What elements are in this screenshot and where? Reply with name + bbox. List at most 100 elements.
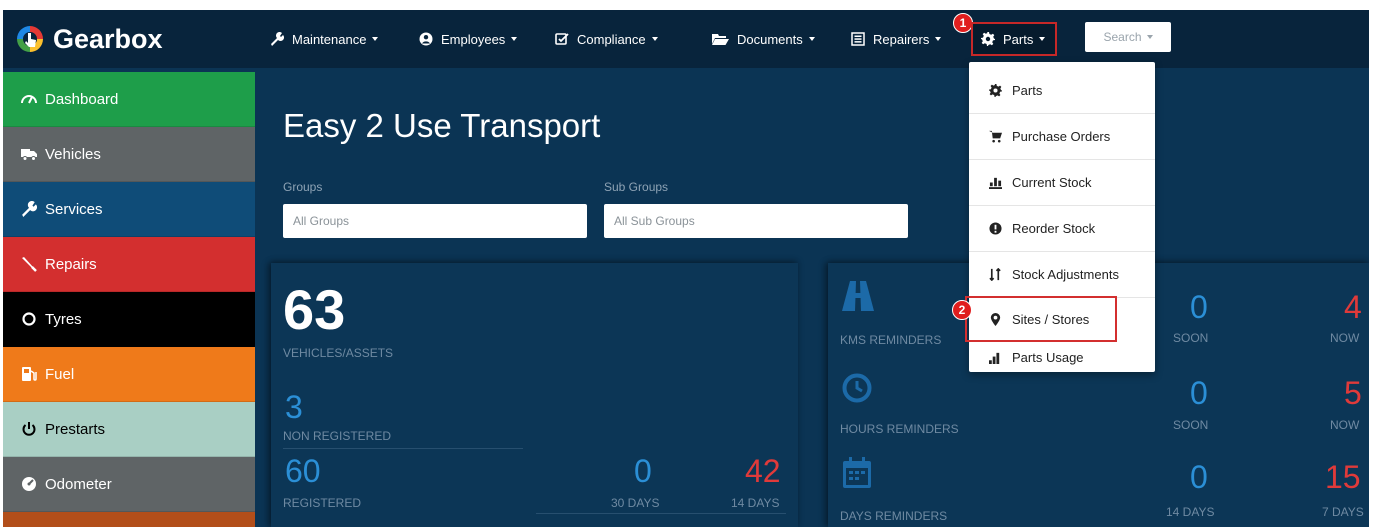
groups-select[interactable]: All Groups	[283, 204, 587, 238]
chevron-down-icon	[808, 37, 815, 41]
sidebar-item-services[interactable]: Services	[3, 182, 255, 237]
sidebar-item-label: Tyres	[45, 310, 82, 328]
fuel-pump-icon	[22, 367, 37, 381]
subgroups-select[interactable]: All Sub Groups	[604, 204, 908, 238]
chevron-down-icon	[1146, 35, 1153, 39]
days-14-count: 0	[1190, 459, 1208, 495]
hours-soon-label: SOON	[1173, 418, 1209, 432]
menu-item-purchase-orders[interactable]: Purchase Orders	[969, 114, 1155, 160]
nav-repairers[interactable]: Repairers	[851, 24, 942, 54]
sidebar-item-vehicles[interactable]: Vehicles	[3, 127, 255, 182]
cart-icon	[989, 130, 1002, 143]
tyre-icon	[22, 312, 36, 326]
nav-parts[interactable]: Parts	[971, 22, 1058, 56]
nav-parts-label: Parts	[1003, 31, 1034, 47]
vehicles-assets-label: VEHICLES/ASSETS	[283, 346, 394, 360]
sidebar-item-label: Services	[45, 200, 103, 218]
nav-maintenance[interactable]: Maintenance	[270, 24, 379, 54]
gear-icon	[981, 32, 995, 46]
step-2-badge: 2	[952, 300, 972, 320]
dashboard-gauge-icon	[22, 477, 36, 491]
menu-item-label: Parts	[1012, 83, 1043, 98]
folder-open-icon	[712, 34, 729, 45]
kms-now-label: NOW	[1330, 331, 1360, 345]
kms-soon-label: SOON	[1173, 331, 1209, 345]
kms-now-count: 4	[1344, 289, 1362, 325]
clock-icon	[842, 373, 872, 403]
hours-soon-count: 0	[1190, 375, 1208, 411]
sidebar-item-repairs[interactable]: Repairs	[3, 237, 255, 292]
nav-employees[interactable]: Employees	[419, 24, 518, 54]
brand-name: Gearbox	[53, 23, 163, 54]
chevron-down-icon	[511, 37, 518, 41]
stock-bars-icon	[989, 177, 1002, 189]
gear-icon	[989, 84, 1002, 97]
nav-documents-label: Documents	[737, 31, 803, 47]
list-alt-icon	[851, 32, 865, 46]
menu-item-parts-usage[interactable]: Parts Usage	[969, 342, 1155, 372]
30-days-count: 0	[634, 453, 652, 489]
page-title: Easy 2 Use Transport	[283, 107, 601, 144]
calendar-icon	[843, 457, 871, 488]
nav-compliance-label: Compliance	[577, 31, 646, 47]
menu-item-reorder-stock[interactable]: Reorder Stock	[969, 206, 1155, 252]
nav-documents[interactable]: Documents	[712, 24, 815, 54]
divider	[283, 448, 523, 449]
search-button-label: Search	[1103, 30, 1142, 44]
kms-reminders-label: KMS REMINDERS	[840, 333, 942, 347]
non-registered-count: 3	[285, 389, 303, 425]
total-vehicles-count: 63	[283, 278, 346, 341]
hours-reminders-label: HOURS REMINDERS	[840, 422, 959, 436]
truck-icon	[21, 149, 37, 161]
days-7-label: 7 DAYS	[1322, 505, 1364, 519]
sidebar-item-next[interactable]	[3, 512, 255, 527]
sidebar: Dashboard Vehicles Services Repairs Tyre…	[3, 72, 255, 527]
chevron-down-icon	[935, 37, 942, 41]
nav-repairers-label: Repairers	[873, 31, 930, 47]
sidebar-item-label: Dashboard	[45, 90, 119, 108]
brand[interactable]: Gearbox	[3, 10, 255, 68]
user-circle-icon	[419, 32, 433, 46]
checkbox-edit-icon	[555, 33, 569, 45]
chevron-down-icon	[651, 37, 658, 41]
subgroups-label: Sub Groups	[604, 180, 669, 194]
menu-item-label: Parts Usage	[1012, 349, 1084, 365]
non-registered-label: NON REGISTERED	[283, 429, 392, 443]
days-14-label: 14 DAYS	[1166, 505, 1215, 519]
sidebar-item-fuel[interactable]: Fuel	[3, 347, 255, 402]
nav-maintenance-label: Maintenance	[292, 31, 367, 47]
kms-soon-count: 0	[1190, 289, 1208, 325]
top-navbar: Gearbox Maintenance Employees Compliance…	[3, 10, 1369, 68]
step-1-badge: 1	[953, 13, 973, 33]
menu-item-sites-stores[interactable]: Sites / Stores	[965, 296, 1117, 342]
gearbox-logo-icon	[17, 26, 43, 52]
groups-label: Groups	[283, 180, 323, 194]
wrench-icon	[271, 32, 284, 46]
menu-item-current-stock[interactable]: Current Stock	[969, 160, 1155, 206]
registered-label: REGISTERED	[283, 496, 362, 510]
hours-now-count: 5	[1344, 375, 1362, 411]
divider	[536, 513, 786, 514]
days-reminders-label: DAYS REMINDERS	[840, 509, 948, 523]
menu-item-stock-adjustments[interactable]: Stock Adjustments	[969, 252, 1155, 298]
sidebar-item-tyres[interactable]: Tyres	[3, 292, 255, 347]
menu-item-label: Purchase Orders	[1012, 129, 1111, 144]
chevron-down-icon	[372, 37, 379, 41]
bar-chart-icon	[989, 352, 1000, 364]
sidebar-item-label: Vehicles	[45, 145, 101, 163]
nav-compliance[interactable]: Compliance	[555, 24, 658, 54]
sidebar-item-dashboard[interactable]: Dashboard	[3, 72, 255, 127]
sidebar-item-prestarts[interactable]: Prestarts	[3, 402, 255, 457]
exclamation-circle-icon	[989, 222, 1002, 235]
14-days-count: 42	[745, 453, 781, 489]
sidebar-item-odometer[interactable]: Odometer	[3, 457, 255, 512]
wrench-icon	[22, 201, 37, 217]
30-days-label: 30 DAYS	[611, 496, 660, 510]
sidebar-item-label: Fuel	[45, 365, 75, 383]
menu-item-label: Reorder Stock	[1012, 221, 1096, 236]
sidebar-item-label: Repairs	[45, 255, 97, 273]
menu-item-parts[interactable]: Parts	[969, 68, 1155, 114]
sort-arrows-icon	[989, 268, 1001, 281]
power-icon	[22, 422, 36, 436]
search-button[interactable]: Search	[1085, 22, 1171, 52]
